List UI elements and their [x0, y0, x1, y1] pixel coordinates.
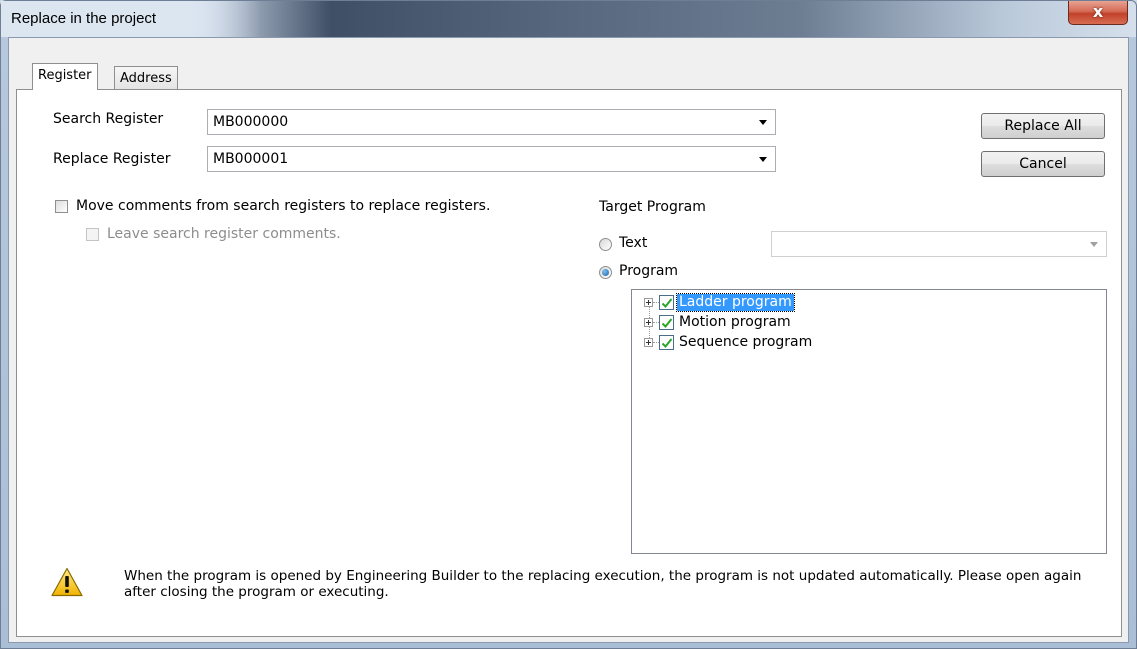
- replace-dialog: Replace in the project x Register Addres…: [0, 0, 1137, 649]
- close-button[interactable]: x: [1068, 1, 1128, 25]
- move-comments-checkbox[interactable]: [55, 200, 68, 213]
- search-register-combo[interactable]: MB000000: [207, 109, 776, 135]
- close-icon: x: [1092, 2, 1104, 21]
- expand-icon[interactable]: [644, 318, 653, 327]
- text-radio[interactable]: [599, 238, 612, 251]
- expand-icon[interactable]: [644, 338, 653, 347]
- replace-all-button[interactable]: Replace All: [981, 113, 1105, 139]
- tab-address[interactable]: Address: [114, 66, 178, 90]
- tree-item-label: Sequence program: [679, 334, 813, 350]
- target-program-heading: Target Program: [599, 199, 706, 215]
- tree-item-label: Ladder program: [676, 293, 795, 312]
- warning-message: When the program is opened by Engineerin…: [124, 568, 1082, 600]
- check-icon[interactable]: [659, 315, 674, 330]
- text-target-combo[interactable]: [771, 231, 1107, 257]
- tree-item-label: Motion program: [679, 314, 791, 330]
- chevron-down-icon[interactable]: [759, 120, 767, 125]
- check-icon[interactable]: [659, 335, 674, 350]
- warning-triangle-icon: [51, 567, 83, 601]
- program-tree[interactable]: Ladder program Motion program Sequence p…: [631, 289, 1107, 554]
- program-radio-label: Program: [619, 263, 679, 279]
- chevron-down-icon[interactable]: [759, 157, 767, 162]
- replace-register-combo[interactable]: MB000001: [207, 146, 776, 172]
- tab-register[interactable]: Register: [32, 63, 98, 90]
- title-bar[interactable]: Replace in the project x: [1, 1, 1136, 37]
- window-title: Replace in the project: [11, 10, 157, 27]
- expand-icon[interactable]: [644, 298, 653, 307]
- check-icon[interactable]: [659, 295, 674, 310]
- move-comments-label: Move comments from search registers to r…: [76, 198, 491, 214]
- search-register-value: MB000000: [213, 114, 289, 130]
- replace-register-label: Replace Register: [53, 151, 171, 167]
- cancel-button[interactable]: Cancel: [981, 151, 1105, 177]
- chevron-down-icon[interactable]: [1090, 242, 1098, 247]
- text-radio-label: Text: [619, 235, 648, 251]
- program-radio[interactable]: [599, 266, 612, 279]
- search-register-label: Search Register: [53, 111, 164, 127]
- leave-comments-label: Leave search register comments.: [107, 226, 341, 242]
- replace-register-value: MB000001: [213, 151, 289, 167]
- leave-comments-checkbox[interactable]: [86, 228, 99, 241]
